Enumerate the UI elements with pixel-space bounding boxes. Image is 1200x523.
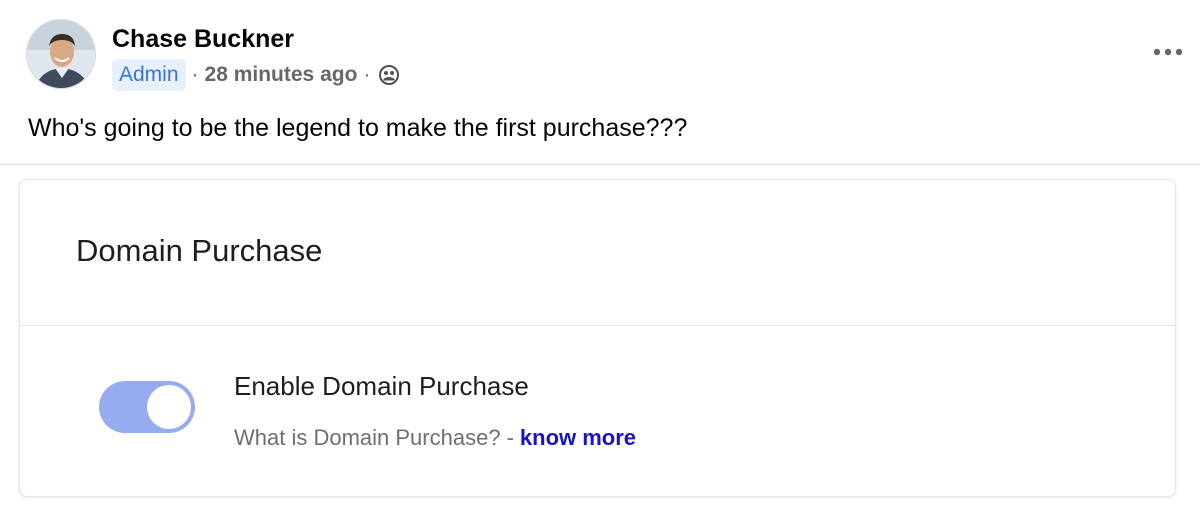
avatar-photo [27,20,95,88]
card-divider [20,325,1175,326]
card-title: Domain Purchase [76,233,323,268]
enable-domain-purchase-toggle[interactable] [99,381,195,433]
more-horizontal-icon [1153,48,1183,56]
meta-separator: · [191,63,199,86]
help-separator: - [506,425,514,450]
post-meta: Admin · 28 minutes ago · [112,58,400,92]
more-options-button[interactable] [1148,40,1188,64]
post-timestamp[interactable]: 28 minutes ago [205,63,358,87]
domain-purchase-card: Domain Purchase Enable Domain Purchase W… [19,179,1176,497]
help-text: What is Domain Purchase? [234,425,501,450]
author-name[interactable]: Chase Buckner [112,24,294,54]
post-divider [0,164,1200,165]
setting-help: What is Domain Purchase? - know more [234,424,636,452]
role-badge: Admin [112,59,186,91]
post-header: Chase Buckner Admin · 28 minutes ago · [0,0,1200,100]
toggle-knob [147,385,191,429]
meta-separator: · [363,63,371,86]
group-audience-icon[interactable] [378,64,400,86]
author-avatar[interactable] [26,19,96,89]
setting-label: Enable Domain Purchase [234,371,529,401]
know-more-link[interactable]: know more [520,425,636,450]
post-body: Who's going to be the legend to make the… [28,114,688,142]
